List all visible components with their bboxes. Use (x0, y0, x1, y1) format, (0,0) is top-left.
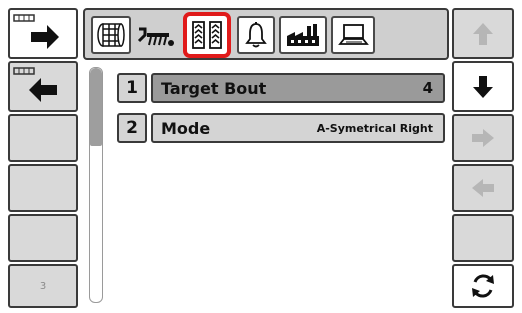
laptop-icon (338, 24, 369, 45)
scroll-up-button[interactable] (452, 8, 514, 59)
bell-icon (245, 22, 267, 48)
guidance-settings-screen: 3 1 Target Bout 4 2 Mode A-Symetrical Ri… (0, 0, 522, 313)
tab-implement[interactable] (135, 16, 179, 54)
arrow-down-icon (473, 75, 493, 98)
item-number: 2 (117, 113, 147, 143)
left-softkey-5[interactable] (8, 214, 78, 262)
page-number: 3 (39, 280, 47, 292)
tab-factory[interactable] (279, 16, 327, 54)
item-label: Mode (161, 118, 211, 138)
page-indicator: 3 (8, 264, 78, 308)
item-label: Target Bout (161, 78, 267, 98)
tab-wheel[interactable] (91, 16, 131, 54)
list-item[interactable]: 2 Mode A-Symetrical Right (117, 113, 445, 143)
scroll-down-button[interactable] (452, 61, 514, 112)
arrow-left-icon (13, 66, 57, 102)
scroll-left-button[interactable] (452, 164, 514, 212)
item-number: 1 (117, 73, 147, 103)
previous-page-button[interactable] (8, 61, 78, 112)
next-page-button[interactable] (8, 8, 78, 59)
arrow-right-icon (472, 129, 494, 147)
arrow-right-icon (13, 13, 59, 49)
tab-laptop[interactable] (331, 16, 375, 54)
refresh-icon (472, 274, 494, 298)
mode-field[interactable]: Mode A-Symetrical Right (151, 113, 445, 143)
scrollbar-thumb[interactable] (90, 68, 102, 146)
grain-cart-wheel-icon (97, 23, 125, 47)
tab-alarm[interactable] (237, 16, 275, 54)
guidance-tracks-icon (192, 21, 222, 49)
refresh-button[interactable] (452, 264, 514, 308)
target-bout-field[interactable]: Target Bout 4 (151, 73, 445, 103)
settings-list-panel: 1 Target Bout 4 2 Mode A-Symetrical Righ… (83, 61, 449, 305)
tab-tracks[interactable] (183, 12, 231, 58)
left-softkey-3[interactable] (8, 114, 78, 162)
list-item[interactable]: 1 Target Bout 4 (117, 73, 445, 103)
item-value: A-Symetrical Right (316, 121, 433, 135)
factory-icon (287, 24, 319, 46)
arrow-left-icon (472, 179, 494, 197)
arrow-up-icon (473, 22, 493, 45)
scroll-right-button[interactable] (452, 114, 514, 162)
right-softkey-5[interactable] (452, 214, 514, 262)
scrollbar[interactable] (89, 67, 103, 303)
left-softkey-4[interactable] (8, 164, 78, 212)
category-tab-bar (83, 8, 449, 60)
tillage-implement-icon (137, 27, 174, 46)
item-value: 4 (422, 79, 433, 97)
